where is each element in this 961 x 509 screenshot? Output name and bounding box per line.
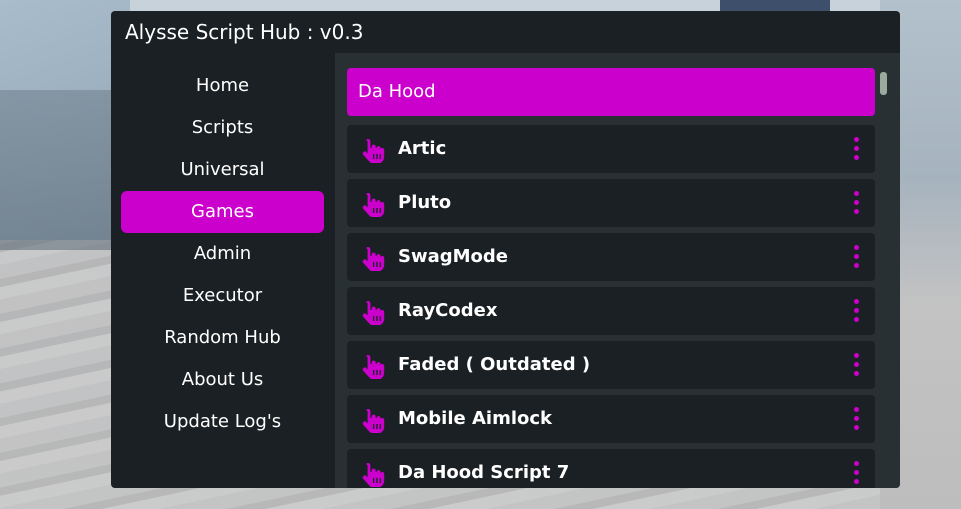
section-header-da-hood: Da Hood bbox=[347, 68, 875, 116]
script-row-mobile-aimlock[interactable]: Mobile Aimlock bbox=[347, 395, 875, 443]
pointing-hand-icon bbox=[361, 461, 385, 488]
script-name: Mobile Aimlock bbox=[398, 408, 553, 429]
script-row-da-hood-script-7[interactable]: Da Hood Script 7 bbox=[347, 449, 875, 488]
script-row-swagmode[interactable]: SwagMode bbox=[347, 233, 875, 281]
sidebar-nav: Home Scripts Universal Games Admin Execu… bbox=[111, 53, 333, 488]
script-name: Da Hood Script 7 bbox=[398, 462, 570, 483]
pointing-hand-icon bbox=[361, 137, 385, 164]
more-options-icon[interactable] bbox=[849, 461, 863, 485]
pointing-hand-icon bbox=[361, 407, 385, 434]
sidebar-item-about-us[interactable]: About Us bbox=[121, 359, 324, 401]
pointing-hand-icon bbox=[361, 353, 385, 380]
sidebar-item-home[interactable]: Home bbox=[121, 65, 324, 107]
script-name: Pluto bbox=[398, 192, 452, 213]
script-name: Faded ( Outdated ) bbox=[398, 354, 591, 375]
sidebar-item-scripts[interactable]: Scripts bbox=[121, 107, 324, 149]
pointing-hand-icon bbox=[361, 245, 385, 272]
sidebar-item-executor[interactable]: Executor bbox=[121, 275, 324, 317]
scrollbar-thumb[interactable] bbox=[880, 72, 887, 95]
sidebar-item-games[interactable]: Games bbox=[121, 191, 324, 233]
script-row-raycodex[interactable]: RayCodex bbox=[347, 287, 875, 335]
script-row-pluto[interactable]: Pluto bbox=[347, 179, 875, 227]
building-shadow-left bbox=[0, 90, 120, 250]
more-options-icon[interactable] bbox=[849, 407, 863, 431]
pointing-hand-icon bbox=[361, 299, 385, 326]
script-name: Artic bbox=[398, 138, 447, 159]
script-hub-window: Alysse Script Hub : v0.3 Home Scripts Un… bbox=[111, 11, 900, 488]
sidebar-item-random-hub[interactable]: Random Hub bbox=[121, 317, 324, 359]
more-options-icon[interactable] bbox=[849, 353, 863, 377]
more-options-icon[interactable] bbox=[849, 137, 863, 161]
pointing-hand-icon bbox=[361, 191, 385, 218]
more-options-icon[interactable] bbox=[849, 191, 863, 215]
more-options-icon[interactable] bbox=[849, 299, 863, 323]
script-name: RayCodex bbox=[398, 300, 498, 321]
script-row-artic[interactable]: Artic bbox=[347, 125, 875, 173]
sidebar-item-update-logs[interactable]: Update Log's bbox=[121, 401, 324, 443]
window-title[interactable]: Alysse Script Hub : v0.3 bbox=[111, 11, 900, 53]
sidebar-item-admin[interactable]: Admin bbox=[121, 233, 324, 275]
script-list-panel[interactable]: Da Hood Artic Pluto SwagMode RayCodex Fa… bbox=[335, 53, 900, 488]
more-options-icon[interactable] bbox=[849, 245, 863, 269]
script-row-faded[interactable]: Faded ( Outdated ) bbox=[347, 341, 875, 389]
sidebar-item-universal[interactable]: Universal bbox=[121, 149, 324, 191]
script-name: SwagMode bbox=[398, 246, 508, 267]
